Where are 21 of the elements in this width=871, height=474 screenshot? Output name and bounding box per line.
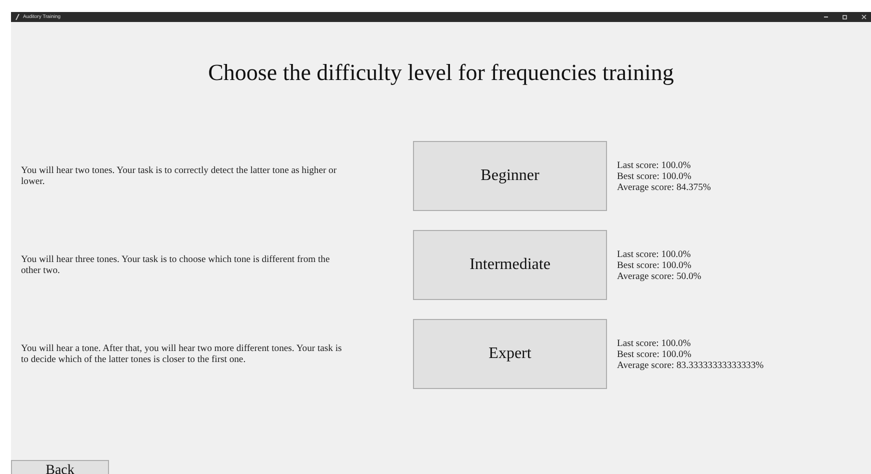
score-text: Best score: 100.0%	[617, 348, 692, 360]
close-icon[interactable]	[861, 14, 867, 20]
score-text: Last score: 100.0%	[617, 248, 692, 260]
score-text: Average score: 50.0%	[617, 270, 702, 282]
app-icon	[15, 14, 20, 20]
score-text: Average score: 84.375%	[617, 182, 712, 192]
level-button[interactable]: Expert	[413, 319, 607, 389]
minimize-icon[interactable]	[823, 14, 829, 20]
level-description: You will hear three tones. Your task is to choose which tone is different from the other two.	[21, 254, 331, 276]
level-description: You will hear two tones. Your task is to correctly detect the latter tone as higher or lower.	[21, 165, 338, 187]
page-heading: Choose the difficulty level for frequencies training	[208, 60, 674, 86]
score-text: Best score: 100.0%	[617, 260, 692, 270]
score-text: Last score: 100.0%	[617, 160, 692, 170]
score-text: Last score: 100.0%	[617, 338, 692, 348]
back-button[interactable]: Back	[11, 460, 109, 474]
score-text: Average score: 83.33333333333333%	[617, 360, 765, 370]
restore-icon[interactable]	[842, 14, 848, 20]
score-text: Best score: 100.0%	[617, 170, 692, 182]
level-button[interactable]: Intermediate	[413, 230, 607, 300]
level-description: You will hear a tone. After that, you will hear two more different tones. Your task is to decide which of the latter tones is closer to the first one.	[21, 343, 343, 365]
level-button[interactable]: Beginner	[413, 141, 607, 211]
